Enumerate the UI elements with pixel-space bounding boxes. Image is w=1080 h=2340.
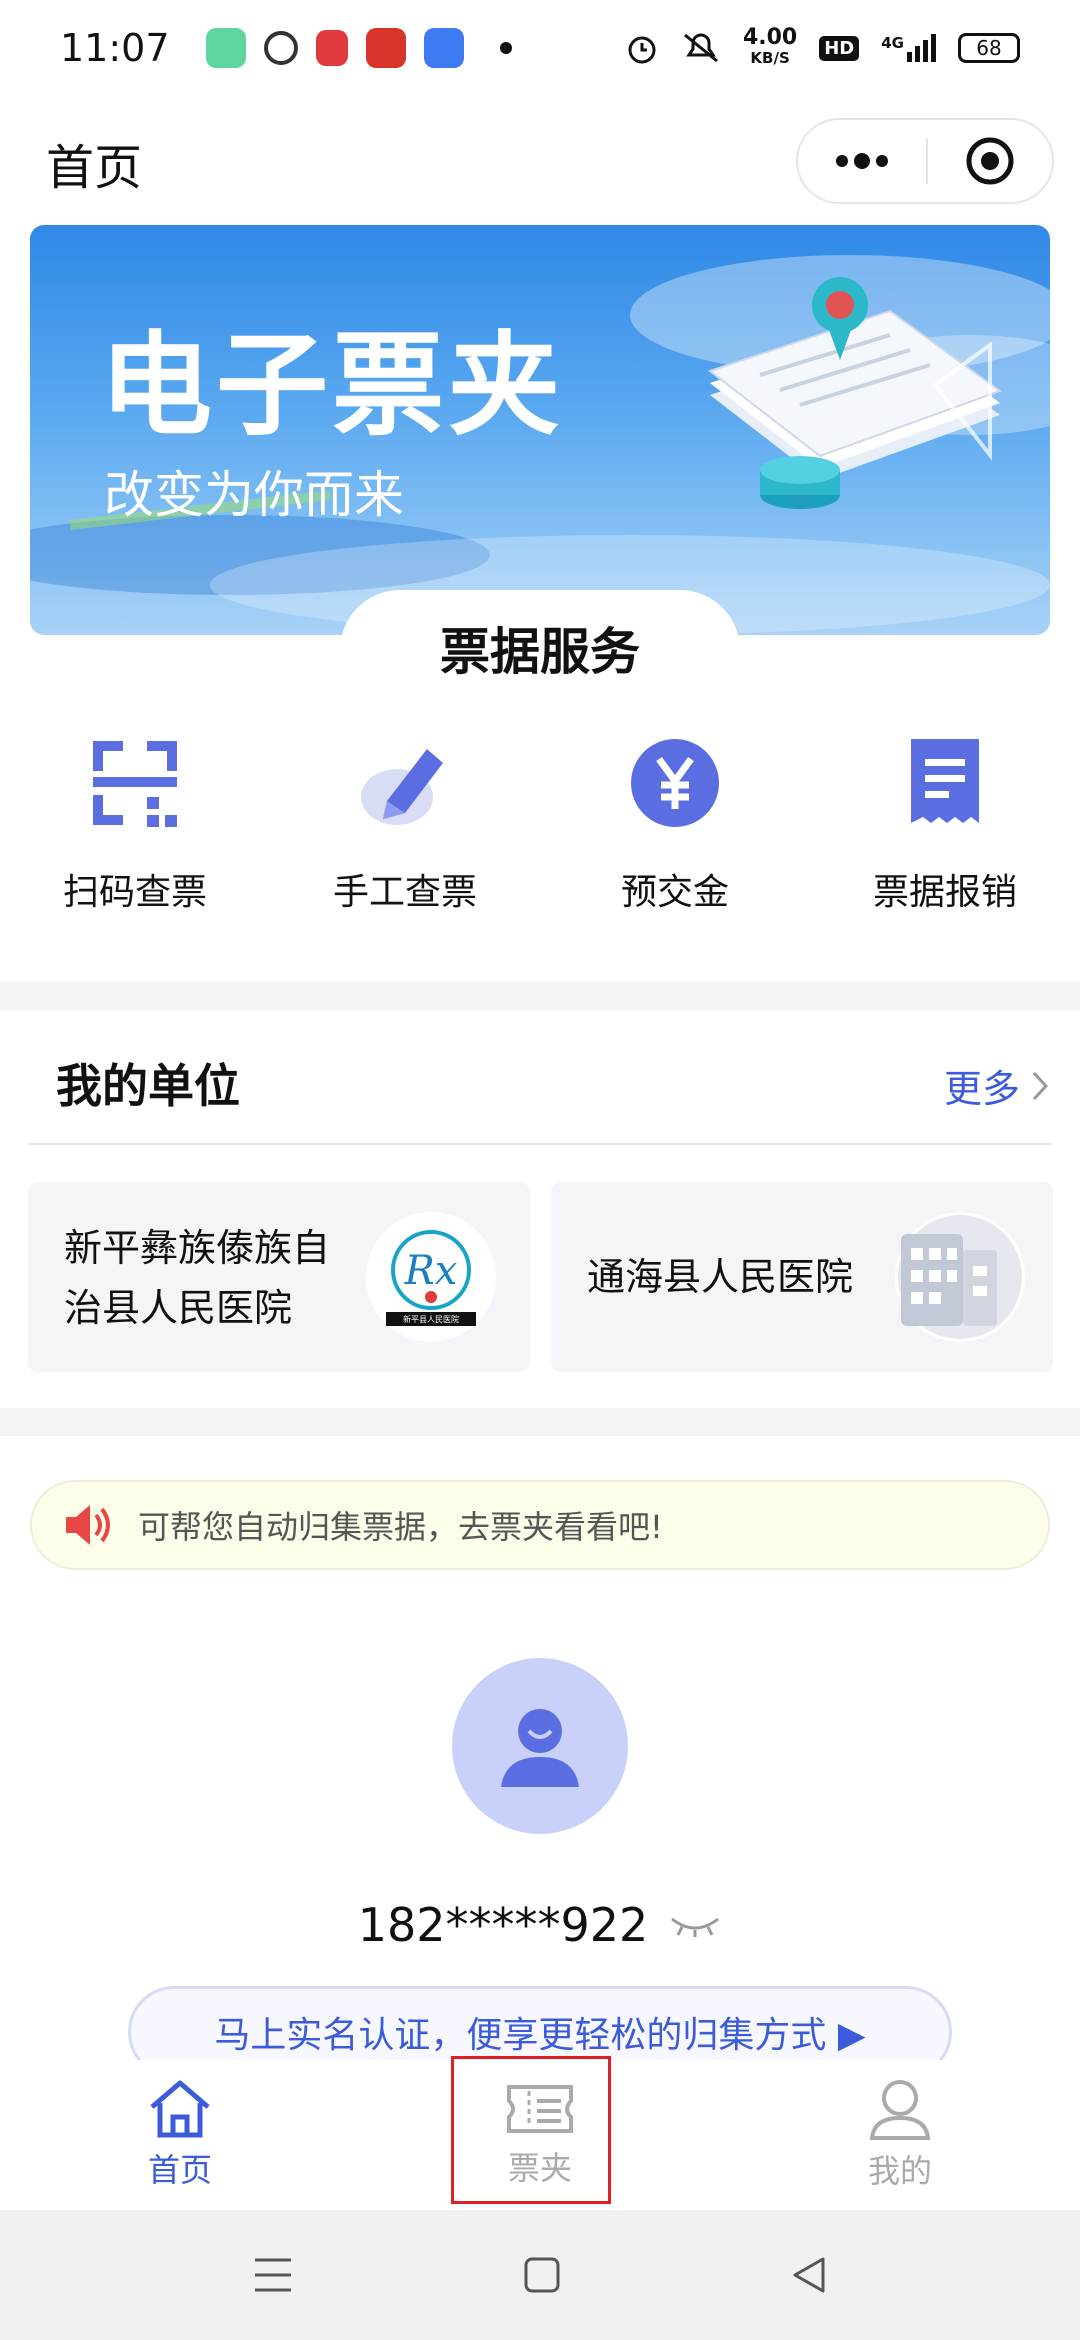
close-mini-program-button[interactable] [928, 120, 1052, 202]
status-right: 4.00 KB/S HD 4G 68 [625, 25, 1020, 68]
receipt-icon [911, 739, 979, 823]
back-icon[interactable] [791, 2255, 827, 2295]
cta-label: 马上实名认证，便享更轻松的归集方式 ▶ [214, 2015, 866, 2056]
svg-text:Rx: Rx [404, 1248, 458, 1294]
service-grid: 扫码查票 手工查票 预交金 票据报销 [0, 735, 1080, 935]
phone-row: 182*****922 [0, 1898, 1080, 1952]
net-speed-value: 4.00 [742, 25, 798, 50]
unit-name-line2: 治县人民医院 [64, 1286, 293, 1330]
yen-coin-icon [631, 739, 719, 827]
building-logo [895, 1212, 1025, 1342]
qr-scan-icon [93, 741, 177, 827]
title-bar: 首页 [0, 100, 1080, 224]
sale-notification-icon [315, 30, 348, 66]
promo-banner[interactable]: 电子票夹 改变为你而来 [30, 225, 1050, 635]
unit-card-tonghai[interactable]: 通海县人民医院 [551, 1182, 1053, 1372]
home-square-icon[interactable] [523, 2256, 561, 2294]
tab-label: 首页 [147, 2151, 212, 2189]
units-title: 我的单位 [56, 1059, 240, 1113]
user-avatar-icon [501, 1709, 579, 1787]
signal-icon: 4G [881, 34, 936, 62]
pen-edit-icon [361, 749, 443, 825]
notice-bar[interactable]: 可帮您自动归集票据，去票夹看看吧! [30, 1480, 1050, 1570]
more-dots-icon [836, 153, 888, 169]
battery-icon: 68 [958, 33, 1020, 63]
mute-icon [684, 33, 718, 63]
eye-closed-icon[interactable] [668, 1913, 722, 1937]
app-notification-icon [205, 28, 246, 68]
flower-app-icon [365, 28, 406, 68]
home-icon [150, 2080, 210, 2138]
more-units-link[interactable]: 更多 [944, 1058, 1050, 1113]
mini-program-capsule [796, 118, 1054, 204]
tab-home[interactable]: 首页 [0, 2060, 360, 2210]
tab-label: 我的 [867, 2152, 932, 2190]
banner-title: 电子票夹 [100, 321, 564, 451]
building-icon [898, 1215, 1022, 1339]
more-dot-icon [499, 42, 512, 54]
more-menu-button[interactable] [798, 120, 926, 202]
hd-badge: HD [819, 35, 860, 61]
speaker-icon [66, 1505, 110, 1545]
target-close-icon [966, 137, 1014, 185]
documents-illustration-icon [707, 277, 1003, 509]
service-manual-query[interactable]: 手工查票 [270, 735, 540, 935]
notification-icons [205, 28, 512, 68]
highlight-box [451, 2056, 611, 2204]
phone-number: 182*****922 [357, 1898, 649, 1952]
system-nav-bar [0, 2210, 1080, 2340]
page-title: 首页 [46, 140, 143, 196]
alarm-icon [628, 36, 656, 64]
unit-name-line1: 新平彝族傣族自 [64, 1226, 331, 1270]
net-speed-unit: KB/S [750, 49, 790, 67]
banner-subtitle: 改变为你而来 [104, 466, 404, 524]
section-separator [0, 982, 1080, 1010]
chevron-right-icon [1032, 1071, 1049, 1100]
status-bar: 11:07 4.00 KB/S HD 4G 68 [0, 0, 1080, 96]
service-prepayment[interactable]: 预交金 [540, 735, 810, 935]
section-separator [0, 1408, 1080, 1436]
units-header: 我的单位 更多 [0, 1010, 1080, 1145]
more-label: 更多 [943, 1067, 1020, 1111]
unit-name: 通海县人民医院 [587, 1255, 854, 1299]
service-reimbursement[interactable]: 票据报销 [810, 735, 1080, 935]
hospital-logo-caption: 新平县人民医院 [403, 1315, 459, 1324]
user-icon [869, 2080, 931, 2140]
avatar[interactable] [452, 1658, 628, 1834]
battery-level: 68 [976, 36, 1002, 60]
section-tab: 票据服务 [340, 590, 740, 700]
cloud-app-icon [423, 28, 464, 68]
chat-notification-icon [263, 31, 298, 65]
service-label: 扫码查票 [62, 872, 207, 913]
status-time: 11:07 [60, 26, 170, 70]
units-divider [28, 1143, 1052, 1145]
service-label: 票据报销 [872, 872, 1017, 913]
section-title: 票据服务 [440, 623, 640, 681]
service-label: 手工查票 [332, 872, 477, 913]
notice-text: 可帮您自动归集票据，去票夹看看吧! [138, 1508, 663, 1546]
tab-mine[interactable]: 我的 [720, 2060, 1080, 2210]
service-scan-query[interactable]: 扫码查票 [0, 735, 270, 935]
menu-icon[interactable] [253, 2257, 293, 2293]
unit-card-xinping[interactable]: 新平彝族傣族自 治县人民医院 Rx 新平县人民医院 [28, 1182, 530, 1372]
service-label: 预交金 [620, 872, 729, 913]
